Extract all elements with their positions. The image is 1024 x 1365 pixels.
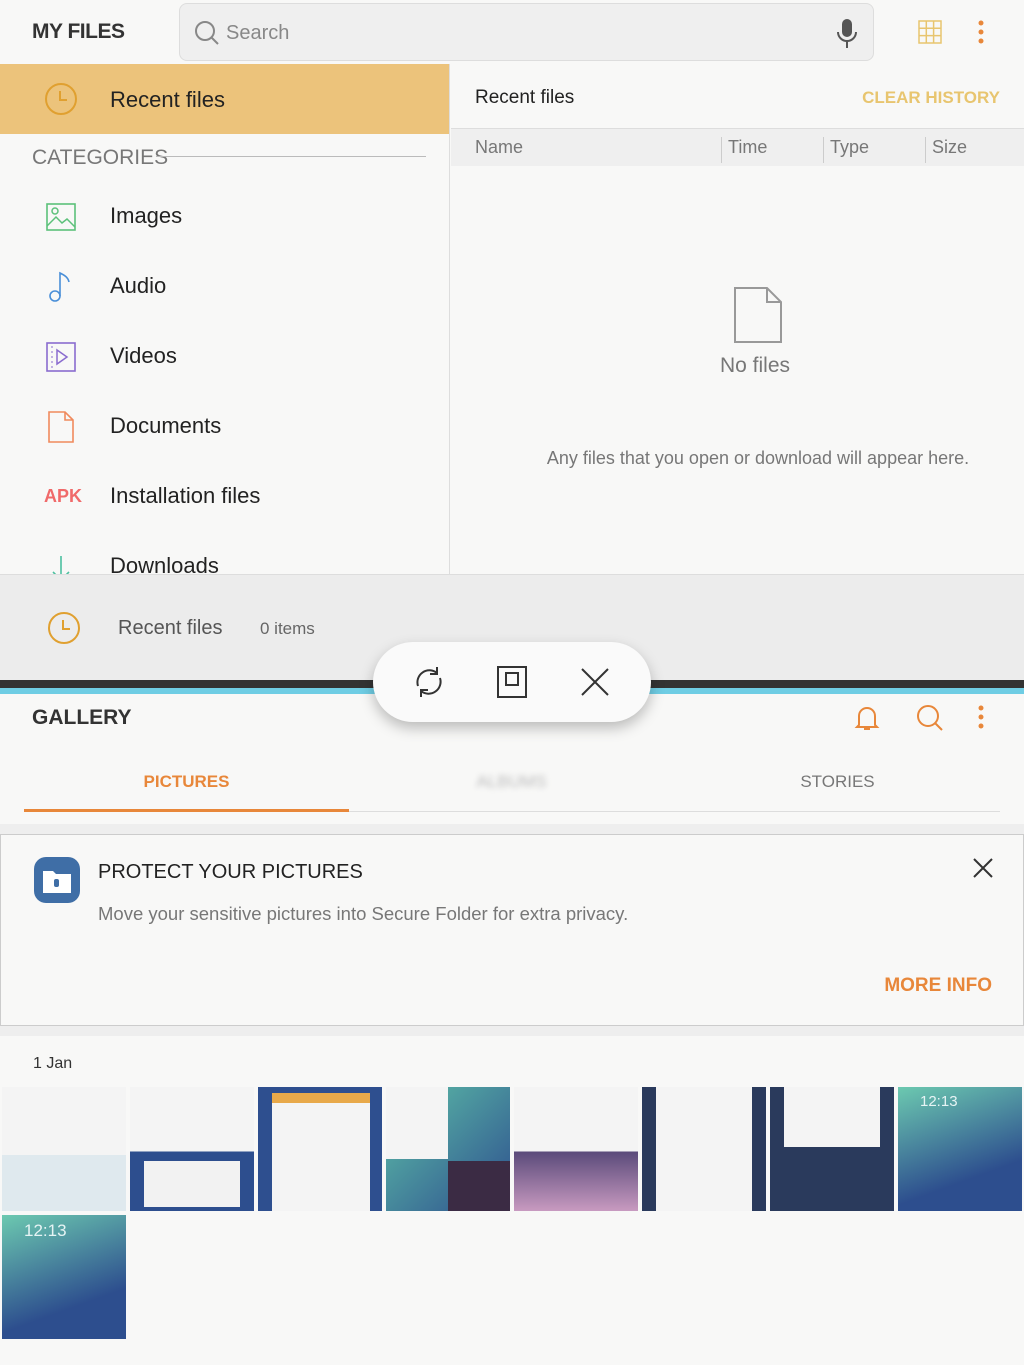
apk-icon: APK	[44, 486, 83, 506]
sidebar-item-installation-files[interactable]: APK Installation files	[0, 460, 449, 530]
sidebar-item-documents[interactable]: Documents	[0, 390, 449, 460]
notification-bell-icon[interactable]	[854, 704, 880, 732]
sidebar-item-videos[interactable]: Videos	[0, 320, 449, 390]
thumbnail-clock: 12:13	[920, 1093, 958, 1110]
recent-files-panel: Recent files CLEAR HISTORY Name Time Typ…	[451, 64, 1024, 574]
item-count: 0 items	[260, 619, 315, 638]
more-options-icon[interactable]	[976, 705, 986, 731]
thumbnail[interactable]	[514, 1087, 638, 1211]
more-options-icon[interactable]	[976, 20, 986, 46]
thumbnail[interactable]: 12:13	[2, 1215, 126, 1339]
bar-label: Recent files	[118, 617, 223, 639]
video-icon	[46, 342, 76, 372]
download-icon	[52, 556, 70, 574]
column-size[interactable]: Size	[925, 137, 967, 163]
sidebar-item-label: Documents	[110, 413, 222, 438]
close-icon[interactable]	[577, 664, 613, 700]
sidebar-item-downloads[interactable]: Downloads	[0, 530, 449, 574]
tab-pictures[interactable]: PICTURES	[24, 772, 349, 792]
empty-hint: Any files that you open or download will…	[546, 448, 970, 468]
sidebar-item-recent-files[interactable]: Recent files	[0, 64, 449, 134]
column-type[interactable]: Type	[823, 137, 869, 163]
thumbnail-window	[272, 1093, 370, 1211]
thumbnail[interactable]	[642, 1087, 766, 1211]
panel-title: Recent files	[475, 87, 575, 108]
thumbnail-video	[448, 1161, 510, 1211]
search-input[interactable]: Search	[179, 3, 874, 61]
search-icon	[195, 21, 219, 45]
sidebar-item-audio[interactable]: Audio	[0, 250, 449, 320]
microphone-icon[interactable]	[836, 18, 858, 50]
sidebar-item-label: Installation files	[110, 483, 261, 508]
thumbnail[interactable]	[130, 1087, 254, 1211]
more-info-button[interactable]: MORE INFO	[884, 975, 992, 997]
categories-heading: CATEGORIES	[32, 146, 169, 169]
thumbnail[interactable]	[770, 1087, 894, 1211]
empty-title: No files	[719, 354, 791, 377]
divider	[156, 156, 426, 157]
grid-view-icon[interactable]	[918, 20, 942, 44]
sidebar-item-label: Recent files	[110, 87, 225, 112]
sidebar: Recent files CATEGORIES Images Audio Vid…	[0, 64, 450, 574]
thumbnail[interactable]	[258, 1087, 382, 1211]
swap-windows-icon[interactable]	[411, 664, 447, 700]
thumbnail[interactable]	[386, 1087, 510, 1211]
sidebar-item-label: Downloads	[110, 553, 219, 574]
empty-file-icon	[734, 287, 782, 343]
column-headers: Name Time Type Size	[451, 128, 1024, 166]
thumbnail[interactable]	[2, 1087, 126, 1211]
date-group-header: 1 Jan	[33, 1055, 73, 1072]
app-title: MY FILES	[32, 20, 125, 43]
sidebar-item-images[interactable]: Images	[0, 180, 449, 250]
search-icon[interactable]	[916, 704, 944, 732]
search-placeholder: Search	[226, 22, 290, 44]
tab-stories[interactable]: STORIES	[675, 772, 1000, 792]
clock-icon	[48, 612, 80, 644]
secure-folder-card: PROTECT YOUR PICTURES Move your sensitiv…	[0, 834, 1024, 1026]
thumbnail[interactable]: 12:13	[898, 1087, 1022, 1211]
column-name[interactable]: Name	[469, 137, 523, 163]
thumbnail-window	[144, 1161, 240, 1207]
thumbnail-window	[656, 1087, 752, 1211]
secure-folder-icon	[34, 857, 80, 903]
sidebar-item-label: Images	[110, 203, 183, 228]
sidebar-item-label: Videos	[110, 343, 177, 368]
image-icon	[46, 203, 76, 231]
split-controls	[373, 642, 651, 722]
active-tab-indicator	[24, 809, 349, 812]
sidebar-item-label: Audio	[110, 273, 167, 298]
card-title: PROTECT YOUR PICTURES	[98, 861, 363, 883]
thumbnail-window	[386, 1087, 448, 1159]
tab-albums[interactable]: ALBUMS	[349, 772, 674, 792]
my-files-toolbar: MY FILES Search	[0, 0, 1024, 64]
card-text: Move your sensitive pictures into Secure…	[98, 903, 629, 924]
thumbnail-clock: 12:13	[24, 1221, 67, 1240]
gallery-title: GALLERY	[32, 706, 132, 729]
music-note-icon	[49, 271, 70, 302]
document-icon	[48, 411, 74, 443]
maximize-icon[interactable]	[494, 664, 530, 700]
thumbnail-window	[784, 1087, 880, 1147]
clear-history-button[interactable]: CLEAR HISTORY	[862, 88, 1000, 108]
column-time[interactable]: Time	[721, 137, 767, 163]
clock-icon	[45, 83, 77, 115]
close-icon[interactable]	[972, 857, 994, 879]
